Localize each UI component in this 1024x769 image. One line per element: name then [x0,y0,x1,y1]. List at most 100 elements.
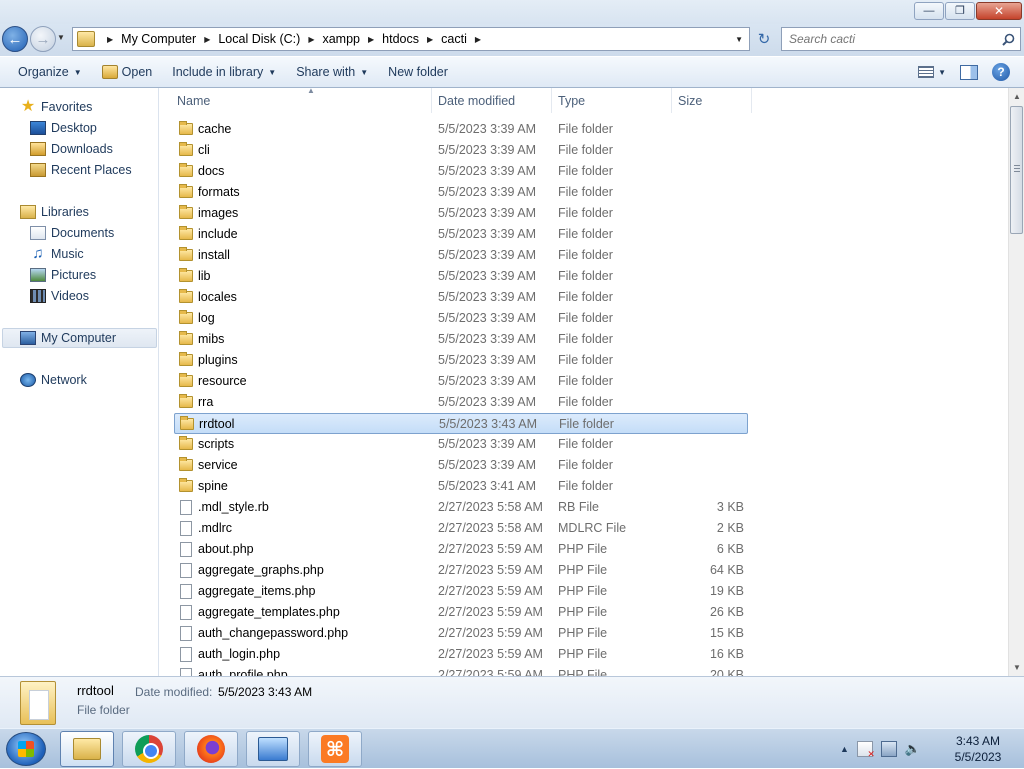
taskbar: ⌘ ▲ 🔈 3:43 AM 5/5/2023 [0,728,1024,768]
folder-row[interactable]: service 5/5/2023 3:39 AM File folder [174,455,748,476]
folder-row[interactable]: cli 5/5/2023 3:39 AM File folder [174,140,748,161]
folder-icon [179,163,193,177]
sidebar-item-music[interactable]: ♫ Music [30,244,83,264]
file-row[interactable]: .mdlrc 2/27/2023 5:58 AM MDLRC File 2 KB [174,518,748,539]
file-size [674,287,744,308]
file-row[interactable]: aggregate_items.php 2/27/2023 5:59 AM PHP … [174,581,748,602]
breadcrumb-my-computer[interactable]: My Computer [121,32,196,46]
sidebar-item-network[interactable]: Network [20,370,87,390]
forward-button[interactable]: → [30,26,56,52]
search-icon[interactable] [996,28,1020,50]
folder-row[interactable]: cache 5/5/2023 3:39 AM File folder [174,119,748,140]
folder-row[interactable]: scripts 5/5/2023 3:39 AM File folder [174,434,748,455]
taskbar-explorer[interactable] [60,731,114,767]
close-button[interactable]: ✕ [976,2,1022,20]
chevron-right-icon[interactable]: ▶ [368,35,374,44]
file-type: File folder [558,143,613,157]
taskbar-chrome[interactable] [122,731,176,767]
file-list[interactable]: Name ▲ Date modified Type Size cache 5/5/… [160,88,1008,676]
folder-row[interactable]: rra 5/5/2023 3:39 AM File folder [174,392,748,413]
column-header-type[interactable]: Type [552,88,672,113]
address-bar[interactable]: ▶ My Computer ▶ Local Disk (C:) ▶ xampp … [72,27,750,51]
open-button[interactable]: Open [92,59,163,85]
chevron-right-icon[interactable]: ▶ [475,35,481,44]
taskbar-xampp[interactable]: ⌘ [308,731,362,767]
folder-row[interactable]: lib 5/5/2023 3:39 AM File folder [174,266,748,287]
chevron-right-icon[interactable]: ▶ [204,35,210,44]
folder-row[interactable]: images 5/5/2023 3:39 AM File folder [174,203,748,224]
vertical-scrollbar[interactable]: ▲ ▼ [1008,88,1024,676]
clock[interactable]: 3:43 AM 5/5/2023 [938,733,1018,765]
chevron-right-icon[interactable]: ▶ [107,35,113,44]
folder-row[interactable]: mibs 5/5/2023 3:39 AM File folder [174,329,748,350]
column-header-date-modified[interactable]: Date modified [432,88,552,113]
file-row[interactable]: .mdl_style.rb 2/27/2023 5:58 AM RB File 3 K… [174,497,748,518]
breadcrumb-htdocs[interactable]: htdocs [382,32,419,46]
folder-row[interactable]: locales 5/5/2023 3:39 AM File folder [174,287,748,308]
scroll-down-button[interactable]: ▼ [1009,659,1024,676]
file-size: 2 KB [716,521,744,535]
file-size [674,308,744,329]
file-row[interactable]: aggregate_templates.php 2/27/2023 5:59 AM… [174,602,748,623]
file-row[interactable]: aggregate_graphs.php 2/27/2023 5:59 AM PHP… [174,560,748,581]
folder-row[interactable]: resource 5/5/2023 3:39 AM File folder [174,371,748,392]
column-header-name[interactable]: Name ▲ [171,88,432,113]
help-icon[interactable]: ? [992,63,1010,81]
folder-row[interactable]: docs 5/5/2023 3:39 AM File folder [174,161,748,182]
breadcrumb-local-disk[interactable]: Local Disk (C:) [218,32,300,46]
date-modified: 5/5/2023 3:39 AM [438,269,536,283]
show-hidden-icons-icon[interactable]: ▲ [840,744,849,754]
sidebar-item-pictures[interactable]: Pictures [30,265,96,285]
folder-row[interactable]: install 5/5/2023 3:39 AM File folder [174,245,748,266]
sidebar-item-videos[interactable]: Videos [30,286,89,306]
breadcrumb-xampp[interactable]: xampp [322,32,360,46]
pictures-icon [30,268,46,282]
organize-button[interactable]: Organize ▼ [8,59,92,85]
folder-row[interactable]: rrdtool 5/5/2023 3:43 AM File folder [174,413,748,434]
share-with-button[interactable]: Share with ▼ [286,59,378,85]
sidebar-item-downloads[interactable]: Downloads [30,139,113,159]
chevron-right-icon[interactable]: ▶ [308,35,314,44]
file-size [674,350,744,371]
folder-row[interactable]: spine 5/5/2023 3:41 AM File folder [174,476,748,497]
start-button[interactable] [6,732,46,766]
file-row[interactable]: auth_login.php 2/27/2023 5:59 AM PHP File 1… [174,644,748,665]
maximize-button[interactable]: ❐ [945,2,975,20]
minimize-button[interactable]: — [914,2,944,20]
scroll-thumb[interactable] [1010,106,1023,234]
action-center-icon[interactable] [856,741,875,760]
sidebar-item-desktop[interactable]: Desktop [30,118,97,138]
chevron-down-icon[interactable]: ▼ [938,68,946,77]
chevron-right-icon[interactable]: ▶ [427,35,433,44]
file-row[interactable]: auth_changepassword.php 2/27/2023 5:59 AM… [174,623,748,644]
folder-row[interactable]: include 5/5/2023 3:39 AM File folder [174,224,748,245]
taskbar-remote-desktop[interactable] [246,731,300,767]
folder-row[interactable]: formats 5/5/2023 3:39 AM File folder [174,182,748,203]
address-history-dropdown[interactable]: ▼ [735,35,743,44]
file-row[interactable]: about.php 2/27/2023 5:59 AM PHP File 6 KB [174,539,748,560]
scroll-up-button[interactable]: ▲ [1009,88,1024,105]
sidebar-item-libraries[interactable]: Libraries [20,202,89,222]
sidebar-item-favorites[interactable]: ★ Favorites [20,97,93,117]
refresh-button[interactable]: ↻ [752,28,776,50]
network-status-icon[interactable] [880,741,897,757]
folder-row[interactable]: log 5/5/2023 3:39 AM File folder [174,308,748,329]
search-input[interactable] [782,31,996,47]
volume-icon[interactable]: 🔈 [905,741,921,757]
preview-pane-icon[interactable] [960,64,978,80]
sidebar-item-my-computer[interactable]: My Computer [2,328,157,348]
back-button[interactable]: ← [2,26,28,52]
include-in-library-button[interactable]: Include in library ▼ [162,59,286,85]
taskbar-firefox[interactable] [184,731,238,767]
search-box[interactable] [781,27,1021,51]
chevron-down-icon: ▼ [73,67,82,77]
folder-row[interactable]: plugins 5/5/2023 3:39 AM File folder [174,350,748,371]
file-row[interactable]: auth_profile.php 2/27/2023 5:59 AM PHP Fil… [174,665,748,676]
sidebar-item-documents[interactable]: Documents [30,223,114,243]
column-header-size[interactable]: Size [672,88,752,113]
change-view-icon[interactable] [918,66,935,78]
sidebar-item-recent-places[interactable]: Recent Places [30,160,132,180]
breadcrumb-cacti[interactable]: cacti [441,32,467,46]
recent-pages-dropdown[interactable]: ▼ [57,33,65,42]
new-folder-button[interactable]: New folder [378,59,458,85]
